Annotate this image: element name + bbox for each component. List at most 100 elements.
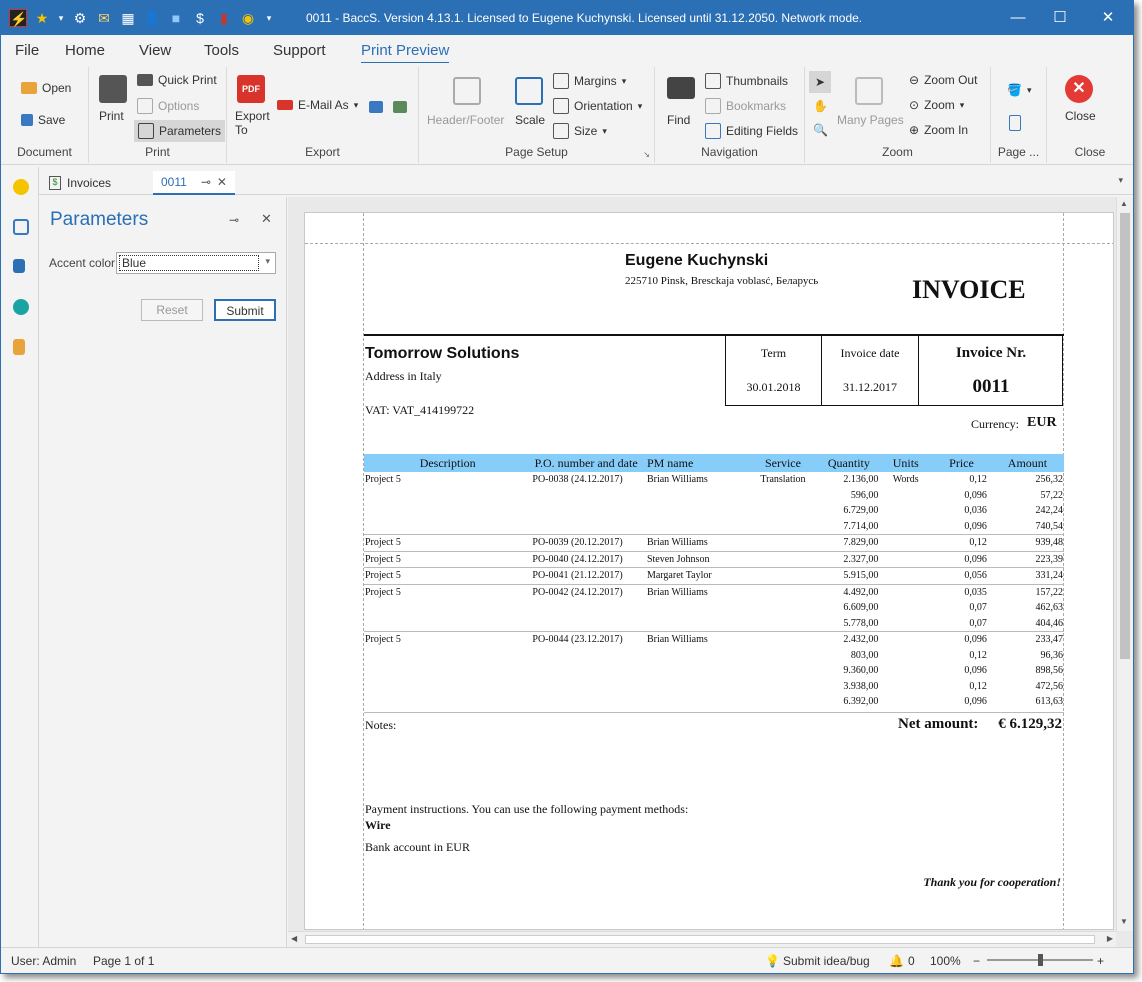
mail-icon[interactable]: ✉ xyxy=(95,9,113,27)
clipboard-icon[interactable] xyxy=(13,339,25,355)
scrollbar-thumb[interactable] xyxy=(1120,213,1130,659)
chevron-down-icon[interactable]: ▾ xyxy=(57,9,65,27)
reset-button[interactable]: Reset xyxy=(141,299,203,321)
zoom-slider-thumb[interactable] xyxy=(1038,954,1043,966)
menu-print-preview[interactable]: Print Preview xyxy=(361,42,450,64)
table-cell xyxy=(879,600,932,616)
calendar-icon[interactable]: ▦ xyxy=(119,9,137,27)
globe-icon[interactable]: ◉ xyxy=(239,9,257,27)
page-color-button[interactable]: 🪣 ▾ xyxy=(1007,83,1031,97)
pin-icon[interactable]: ⊸ xyxy=(229,213,239,227)
open-button[interactable]: Open xyxy=(21,81,71,95)
pictures-icon[interactable] xyxy=(13,219,29,235)
bookmarks-button[interactable]: Bookmarks xyxy=(705,98,786,114)
vertical-scrollbar[interactable]: ▲ ▼ xyxy=(1116,197,1133,931)
table-cell: 7.714,00 xyxy=(843,520,879,532)
customize-dropdown-icon[interactable]: ▾ xyxy=(263,9,275,27)
menu-home[interactable]: Home xyxy=(65,42,105,59)
header-footer-button[interactable]: Header/Footer xyxy=(427,113,504,127)
scroll-up-icon[interactable]: ▲ xyxy=(1120,199,1128,208)
save-button[interactable]: Save xyxy=(21,113,65,127)
horizontal-scrollbar[interactable]: ◀ ▶ xyxy=(288,931,1116,947)
close-window-button[interactable]: ✕ xyxy=(1085,1,1131,35)
teal-circle-icon[interactable] xyxy=(13,299,29,315)
editing-fields-button[interactable]: Editing Fields xyxy=(705,123,798,139)
table-cell: 0,096 xyxy=(964,696,987,707)
ribbon-group-navigation: Find Thumbnails Bookmarks Editing Fields… xyxy=(655,67,805,163)
currency-label: Currency: xyxy=(971,417,1019,431)
support-icon[interactable] xyxy=(13,179,29,195)
parameters-button[interactable]: Parameters xyxy=(134,120,226,142)
orientation-button[interactable]: Orientation ▾ xyxy=(553,98,642,114)
wrench-icon[interactable] xyxy=(13,259,25,273)
invoice-page: Eugene Kuchynski 225710 Pinsk, Bresckaja… xyxy=(304,212,1114,930)
zoom-dropdown-button[interactable]: ⊙ Zoom ▾ xyxy=(909,98,964,112)
close-preview-button[interactable]: Close xyxy=(1065,109,1096,123)
hand-tool-button[interactable]: ✋ xyxy=(813,99,828,113)
send-file-button[interactable] xyxy=(369,101,383,113)
menu-support[interactable]: Support xyxy=(273,42,326,59)
group-label-print: Print xyxy=(145,145,170,159)
document-view[interactable]: Eugene Kuchynski 225710 Pinsk, Bresckaja… xyxy=(288,197,1133,947)
menu-file[interactable]: File xyxy=(15,42,39,59)
quick-print-button[interactable]: Quick Print xyxy=(137,73,217,87)
table-cell xyxy=(747,631,819,648)
tab-list-dropdown-icon[interactable]: ▾ xyxy=(1118,175,1123,186)
table-cell xyxy=(747,694,818,710)
accent-color-select[interactable]: Blue ▾ xyxy=(116,252,276,274)
tab-invoices[interactable]: $ Invoices xyxy=(41,171,119,195)
bell-icon[interactable]: 🔔 xyxy=(889,954,904,968)
thumbnails-button[interactable]: Thumbnails xyxy=(705,73,788,89)
scroll-left-icon[interactable]: ◀ xyxy=(291,934,297,943)
zoom-in-button[interactable]: ⊕ Zoom In xyxy=(909,123,968,137)
zoom-slider[interactable] xyxy=(987,954,1093,966)
scroll-right-icon[interactable]: ▶ xyxy=(1107,934,1113,943)
options-button[interactable]: Options xyxy=(137,98,199,114)
pin-icon[interactable]: ⊸ xyxy=(201,175,211,189)
menu-view[interactable]: View xyxy=(139,42,171,59)
zoom-out-button[interactable]: ⊖ Zoom Out xyxy=(909,73,977,87)
print-button[interactable]: Print xyxy=(99,109,124,123)
quick-print-icon xyxy=(137,74,153,86)
margins-button[interactable]: Margins ▾ xyxy=(553,73,626,89)
table-cell: 0,035 xyxy=(932,583,991,600)
scroll-down-icon[interactable]: ▼ xyxy=(1120,917,1128,926)
table-cell: PO-0039 (20.12.2017) xyxy=(531,534,641,551)
invoice-icon: $ xyxy=(49,176,61,190)
minimize-button[interactable]: — xyxy=(995,1,1041,35)
gear-icon[interactable]: ⚙ xyxy=(71,9,89,27)
user-icon[interactable]: 👤 xyxy=(143,9,161,27)
tab-0011[interactable]: 0011 ⊸ ✕ xyxy=(153,171,235,195)
menu-tools[interactable]: Tools xyxy=(204,42,239,59)
zoom-plus-icon[interactable]: + xyxy=(1097,954,1104,968)
close-tab-icon[interactable]: ✕ xyxy=(217,175,227,189)
table-cell: Brian Williams xyxy=(640,631,748,648)
table-row: Project 5 PO-0042 (24.12.2017) Brian Willi… xyxy=(364,583,1064,600)
many-pages-button[interactable]: Many Pages xyxy=(837,113,904,127)
email-as-button[interactable]: E-Mail As ▾ xyxy=(277,98,358,112)
table-cell: 5.778,00 xyxy=(843,617,879,629)
zoom-minus-icon[interactable]: − xyxy=(973,954,980,968)
h-scrollbar-thumb[interactable] xyxy=(305,935,1095,944)
books-icon[interactable]: ▮ xyxy=(215,9,233,27)
maximize-button[interactable]: ☐ xyxy=(1037,1,1083,35)
favorites-star-icon[interactable]: ★ xyxy=(33,9,51,27)
watermark-button[interactable] xyxy=(1009,115,1021,131)
find-button[interactable]: Find xyxy=(667,113,690,127)
pointer-tool-button[interactable]: ➤ xyxy=(809,71,831,93)
zoom-icon: ⊙ xyxy=(909,98,920,112)
term-label: Term xyxy=(760,346,787,360)
editing-fields-icon xyxy=(705,123,721,139)
submit-button[interactable]: Submit xyxy=(214,299,276,321)
export-options-button[interactable] xyxy=(393,101,407,113)
dialog-launcher-icon[interactable]: ↘ xyxy=(643,150,650,159)
size-button[interactable]: Size ▾ xyxy=(553,123,607,139)
app-logo-icon[interactable]: ⚡ xyxy=(9,9,27,27)
submit-idea-link[interactable]: Submit idea/bug xyxy=(783,954,870,968)
magnifier-tool-button[interactable]: 🔍 xyxy=(813,123,828,137)
close-panel-icon[interactable]: ✕ xyxy=(261,211,272,227)
folder-icon[interactable]: ■ xyxy=(167,9,185,27)
export-to-button[interactable]: Export To xyxy=(235,109,271,137)
scale-button[interactable]: Scale xyxy=(515,113,545,127)
invoice-icon[interactable]: $ xyxy=(191,9,209,27)
